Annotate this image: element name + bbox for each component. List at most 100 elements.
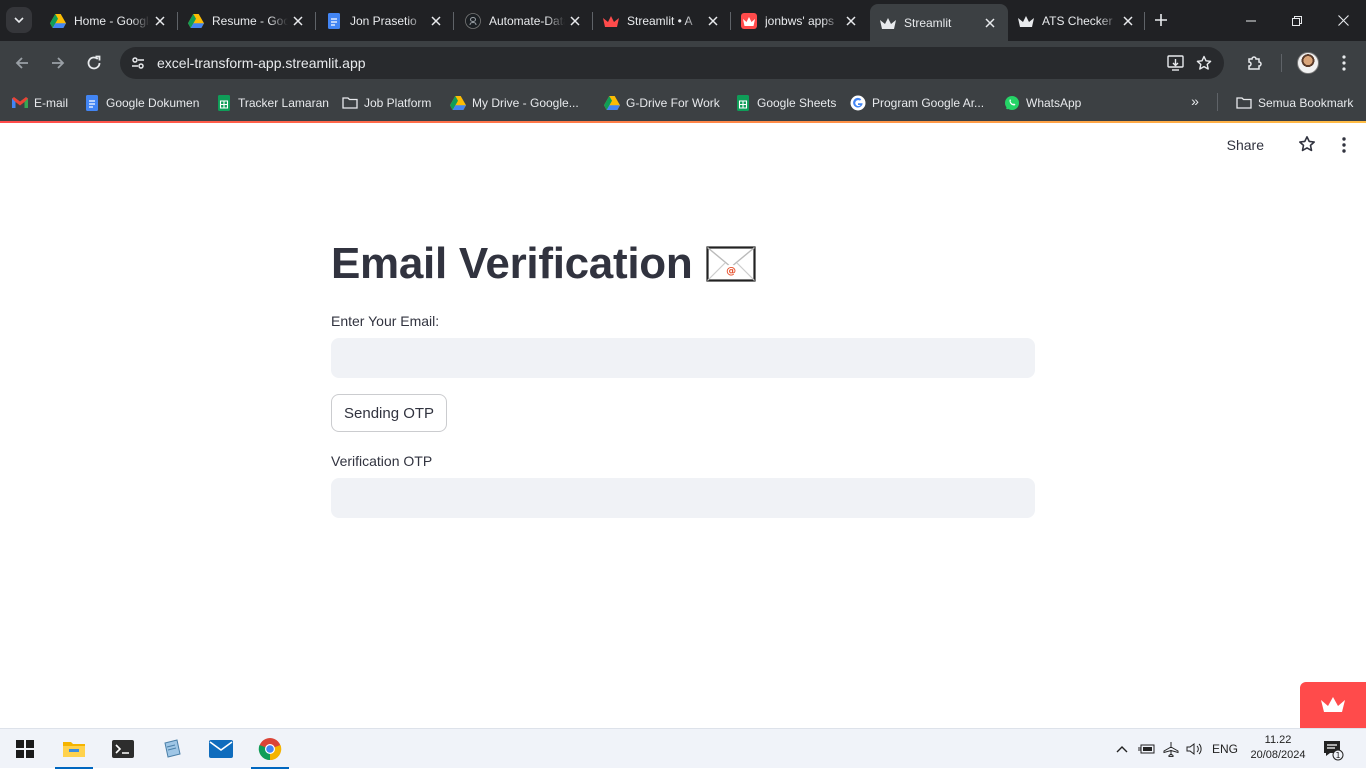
taskbar-file-explorer[interactable] [53,729,95,769]
bookmark-program-google[interactable]: Program Google Ar... [850,91,984,115]
bookmark-label: WhatsApp [1026,96,1082,110]
taskbar-mail[interactable] [200,729,242,769]
tab-separator [453,12,454,30]
otp-input[interactable] [331,478,1035,518]
tab-automate-data[interactable]: Automate-Data [455,4,593,37]
close-icon[interactable] [841,11,861,31]
tab-ats-checker[interactable]: ATS Checker [1008,4,1146,37]
install-app-icon[interactable] [1162,49,1190,77]
bookmarks-bar: E-mail Google Dokumen Tracker Lamaran Jo… [0,85,1366,121]
close-icon[interactable] [980,13,1000,33]
google-icon [850,95,866,111]
tab-jonbws-apps[interactable]: jonbws' apps [731,4,869,37]
file-explorer-icon [63,742,85,757]
tab-title: ATS Checker [1042,13,1113,28]
windows-start-icon [16,740,34,758]
share-button[interactable]: Share [1227,137,1264,153]
google-drive-icon [50,13,66,29]
tab-home-drive[interactable]: Home - Google Drive [40,4,178,37]
chrome-icon [258,738,282,761]
chrome-menu-icon[interactable] [1330,49,1358,77]
tab-search-button[interactable] [6,7,32,33]
tab-streamlit-active[interactable]: Streamlit [870,4,1008,41]
tab-title: Home - Google Drive [74,13,150,28]
bookmark-whatsapp[interactable]: WhatsApp [1004,91,1081,115]
taskbar-terminal[interactable] [102,729,144,769]
close-icon[interactable] [288,11,308,31]
site-settings-icon[interactable] [122,47,154,79]
tab-strip: Home - Google Drive Resume - Google Driv… [0,0,1366,41]
profile-avatar[interactable] [1297,52,1319,74]
bookmark-label: Tracker Lamaran [238,96,329,110]
streamlit-badge-button[interactable] [1300,682,1366,728]
volume-icon[interactable] [1184,739,1204,759]
mail-icon [209,740,233,758]
email-input[interactable] [331,338,1035,378]
forward-button[interactable] [44,49,72,77]
tab-jon-prasetio[interactable]: Jon Prasetio [316,4,454,37]
restore-icon [1292,15,1302,26]
otp-label: Verification OTP [331,453,433,469]
bookmarks-divider [1217,93,1218,111]
airplane-mode-icon[interactable] [1161,739,1181,759]
more-bookmarks-chevron-icon[interactable]: » [1184,90,1206,112]
send-otp-button[interactable]: Sending OTP [331,394,448,432]
start-button[interactable] [4,729,46,769]
notification-center-icon[interactable]: 1 [1322,739,1344,761]
tab-streamlit-a[interactable]: Streamlit • A [593,4,731,37]
extensions-icon[interactable] [1241,49,1269,77]
back-button[interactable] [8,49,36,77]
folder-icon [1236,95,1252,111]
bookmark-google-dokumen[interactable]: Google Dokumen [84,91,199,115]
close-icon[interactable] [150,11,170,31]
envelope-icon: @ [706,246,757,282]
close-icon[interactable] [703,11,723,31]
restore-button[interactable] [1274,0,1320,41]
tab-title: Streamlit • A [627,13,693,28]
battery-icon[interactable] [1137,739,1157,759]
close-window-button[interactable] [1320,0,1366,41]
clock[interactable]: 11.22 20/08/2024 [1248,733,1308,763]
all-bookmarks-button[interactable]: Semua Bookmark [1236,91,1353,115]
google-docs-icon [326,12,342,29]
streamlit-dark-icon [1018,13,1034,29]
chevron-down-icon [14,17,24,24]
bookmark-star-icon[interactable] [1190,49,1218,77]
close-icon[interactable] [565,11,585,31]
taskbar-notepad[interactable] [151,729,193,769]
new-tab-button[interactable] [1149,8,1173,32]
minimize-button[interactable] [1228,0,1274,41]
close-icon [1337,15,1349,26]
bookmark-gdrive-work[interactable]: G-Drive For Work [604,91,720,115]
main-content: Email Verification @ Enter Your Email: S… [331,237,1035,518]
tray-overflow-chevron-icon[interactable] [1112,739,1132,759]
bookmark-label: Google Sheets [757,96,837,110]
address-bar[interactable]: excel-transform-app.streamlit.app [120,47,1224,79]
arrow-right-icon [52,57,65,69]
bookmark-my-drive[interactable]: My Drive - Google... [450,91,579,115]
github-icon [465,12,481,29]
close-icon[interactable] [426,11,446,31]
gmail-icon [12,95,28,111]
language-indicator[interactable]: ENG [1212,742,1238,756]
main-menu-icon[interactable] [1336,135,1352,155]
taskbar-chrome[interactable] [249,729,291,769]
clock-date: 20/08/2024 [1250,749,1306,761]
reload-button[interactable] [80,49,108,77]
google-sheets-icon [216,95,232,111]
bookmark-tracker-lamaran[interactable]: Tracker Lamaran [216,91,329,115]
terminal-icon [112,740,134,758]
bookmark-label: Job Platform [364,96,432,110]
bookmark-label: Program Google Ar... [872,96,985,110]
bookmark-job-platform[interactable]: Job Platform [342,91,431,115]
tab-resume-drive[interactable]: Resume - Google Drive [178,4,316,37]
bookmark-google-sheets[interactable]: Google Sheets [735,91,836,115]
bookmark-label: Semua Bookmark [1258,96,1354,110]
tab-title: jonbws' apps [765,13,834,28]
toolbar-divider [1281,54,1282,72]
tab-title: Jon Prasetio [350,13,417,28]
close-icon[interactable] [1118,11,1138,31]
star-icon[interactable] [1298,135,1318,155]
bookmark-email[interactable]: E-mail [12,91,68,115]
url-text: excel-transform-app.streamlit.app [157,55,366,71]
